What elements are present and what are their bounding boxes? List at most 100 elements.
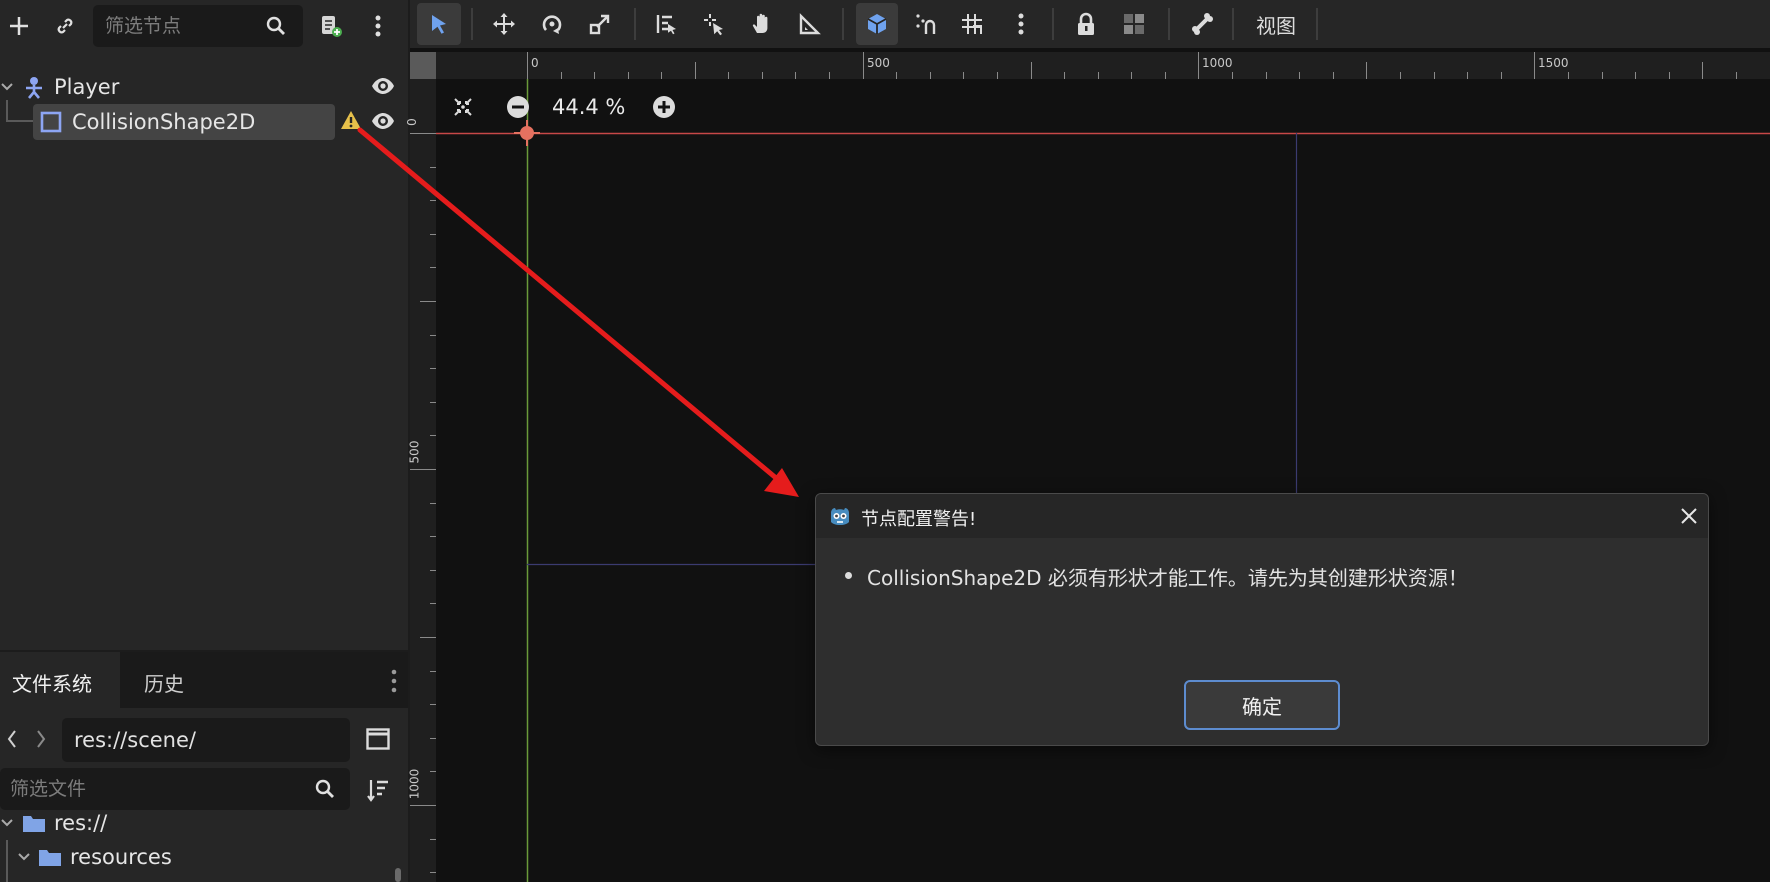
more-vertical-icon [375,15,381,37]
scene-menu-button[interactable] [364,8,392,44]
file-filter-input[interactable] [10,778,290,800]
tab-filesystem-label: 文件系统 [12,672,92,696]
fs-item-res[interactable]: res:// [22,808,107,838]
ruler-label: 1000 [1202,56,1233,70]
pivot-mode-button[interactable] [696,3,732,45]
rotate-mode-button[interactable] [534,3,570,45]
lock-icon [1078,12,1094,35]
folder-icon [39,850,61,866]
tree-item-label: Player [54,75,120,99]
chevron-right-icon[interactable] [34,728,48,750]
hand-icon [752,13,768,33]
path-input[interactable] [74,728,334,752]
group-icon [1124,14,1144,34]
toolbar-separator [471,8,473,40]
file-filter[interactable] [0,768,350,810]
zoom-percentage[interactable]: 44.4 % [552,95,625,119]
pivot-icon [704,14,723,36]
center-view-icon [454,98,472,116]
zoom-out-button[interactable] [505,94,531,120]
dialog-message: CollisionShape2D 必须有形状才能工作。请先为其创建形状资源！ [867,566,1468,590]
node-config-warning-dialog: 节点配置警告! CollisionShape2D 必须有形状才能工作。请先为其创… [815,493,1709,746]
scrollbar-thumb[interactable] [395,868,401,882]
godot-logo-icon [831,508,849,525]
attach-script-button[interactable] [314,8,348,44]
fs-item-resources[interactable]: resources [38,842,172,872]
skeleton-button[interactable] [1184,3,1220,45]
annotation-arrow [357,127,799,497]
snap-options-button[interactable] [908,3,944,45]
smart-snap-button[interactable] [856,3,898,45]
horizontal-ruler[interactable]: 0 500 1000 1500 [436,52,1770,79]
list-select-icon [656,15,676,35]
more-vertical-icon [1018,13,1024,35]
chevron-down-icon[interactable] [0,80,14,94]
instantiate-scene-button[interactable] [48,8,82,44]
pointer-arrow-icon [432,15,446,34]
chevron-left-icon[interactable] [5,728,19,750]
toolbar-separator [1232,8,1234,40]
tree-guide-line [6,100,33,122]
toolbar-separator [634,8,636,40]
search-icon [266,16,285,35]
zoom-in-button[interactable] [651,94,677,120]
folder-icon [23,816,45,832]
add-node-button[interactable] [2,8,36,44]
tree-item-collisionshape2d[interactable]: CollisionShape2D [40,107,255,137]
tab-history[interactable]: 历史 [130,652,210,708]
view-menu-button[interactable]: 视图 [1240,4,1312,44]
toolbar-separator [1316,8,1318,40]
toolbar-separator [1052,8,1054,40]
ruler-ticks [527,52,1737,79]
bone-icon [1192,13,1213,35]
scale-icon [589,14,610,35]
cube-icon [867,14,887,34]
sort-icon[interactable] [366,778,390,802]
ruler-corner [410,52,436,79]
rotate-icon [542,15,562,34]
script-add-icon [322,16,342,37]
tab-history-label: 历史 [144,672,184,696]
snap-menu-button[interactable] [1008,3,1034,45]
ruler-mode-button[interactable] [792,3,828,45]
visibility-eye-icon[interactable] [370,73,396,99]
tree-item-label: CollisionShape2D [72,110,256,134]
link-icon [57,18,73,34]
character-body-2d-icon [26,77,42,99]
node-filter[interactable] [93,5,303,47]
lock-button[interactable] [1068,3,1104,45]
fs-item-label: resources [70,845,172,869]
zoom-in-icon [653,96,675,118]
pan-mode-button[interactable] [744,3,780,45]
list-bullet [845,572,852,579]
ruler-icon [799,13,821,35]
zoom-out-icon [507,96,529,118]
group-button[interactable] [1116,3,1152,45]
chevron-down-icon[interactable] [17,850,31,864]
ruler-label: 0 [531,56,539,70]
grid-snap-button[interactable] [954,3,990,45]
move-mode-button[interactable] [486,3,522,45]
close-icon[interactable] [1679,506,1699,526]
ok-button[interactable]: 确定 [1184,680,1340,730]
snap-icon [916,14,936,34]
fs-item-label: res:// [54,811,108,835]
collision-shape-2d-icon [40,111,62,133]
tree-guide-line [6,840,8,882]
toolbar-separator [842,8,844,40]
toolbar-separator [1168,8,1170,40]
scale-mode-button[interactable] [582,3,618,45]
tab-filesystem[interactable]: 文件系统 [0,652,120,708]
dialog-title: 节点配置警告! [861,509,977,530]
center-view-button[interactable] [450,94,476,120]
search-icon [315,779,334,798]
node-filter-input[interactable] [105,15,265,37]
more-vertical-icon[interactable] [390,668,398,694]
select-mode-button[interactable] [417,3,461,45]
path-field[interactable] [62,718,350,762]
plus-icon [10,17,28,35]
split-view-icon[interactable] [366,728,390,750]
list-select-button[interactable] [648,3,684,45]
chevron-down-icon[interactable] [0,816,14,830]
tree-item-player[interactable]: Player [22,72,119,102]
